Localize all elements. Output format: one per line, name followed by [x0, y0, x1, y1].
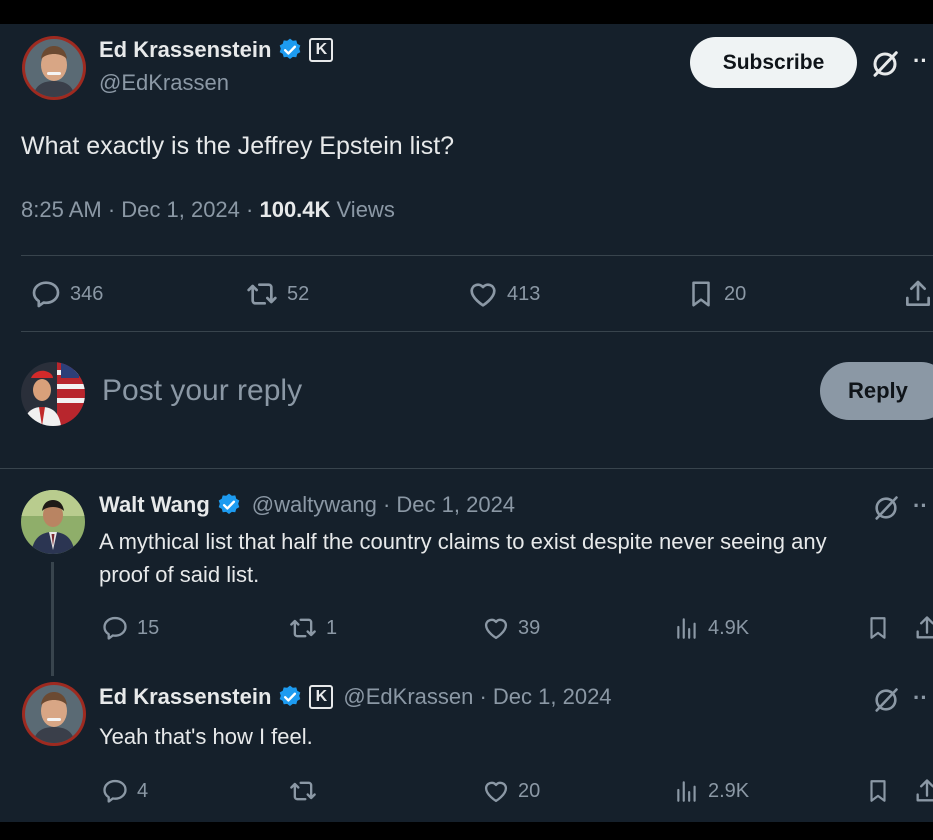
- reply-text-line: proof of said list.: [99, 562, 260, 587]
- views-icon: [674, 777, 700, 805]
- like-icon: [482, 777, 510, 805]
- affiliate-badge-icon[interactable]: K: [309, 38, 334, 62]
- share-action[interactable]: [913, 614, 933, 642]
- views-count: 100.4K: [259, 197, 331, 222]
- tweet-timestamp[interactable]: 8:25 AM · Dec 1, 2024 ·: [21, 197, 259, 222]
- reply-header: Ed Krassenstein K @EdKrassen · Dec 1, 20…: [99, 684, 612, 710]
- bookmark-action[interactable]: 20: [686, 278, 746, 310]
- subscribe-button[interactable]: Subscribe: [690, 37, 857, 88]
- divider: [0, 468, 933, 469]
- tweet-text: What exactly is the Jeffrey Epstein list…: [21, 132, 455, 160]
- reply-header: Walt Wang @waltywang · Dec 1, 2024: [99, 492, 515, 518]
- views-label: Views: [330, 197, 395, 222]
- reply-author-photo: [21, 490, 85, 554]
- views-count: 2.9K: [708, 779, 750, 802]
- like-icon: [482, 614, 510, 642]
- like-count: 413: [507, 282, 541, 305]
- verified-badge-icon: [277, 37, 303, 63]
- bookmark-icon: [865, 777, 891, 805]
- reply-meta[interactable]: @waltywang · Dec 1, 2024: [252, 492, 515, 518]
- author-name[interactable]: Ed Krassenstein: [99, 37, 271, 63]
- author-handle[interactable]: @EdKrassen: [99, 70, 229, 96]
- reply-author-name[interactable]: Ed Krassenstein: [99, 684, 271, 710]
- divider: [21, 331, 933, 332]
- retweet-action[interactable]: [288, 777, 318, 805]
- more-options-icon[interactable]: ··: [913, 48, 928, 74]
- reply-author-avatar[interactable]: [22, 682, 86, 746]
- retweet-action[interactable]: 52: [245, 278, 309, 310]
- reply-count: 346: [70, 282, 104, 305]
- reply-author-name[interactable]: Walt Wang: [99, 492, 210, 518]
- divider: [21, 255, 933, 256]
- reply-icon: [30, 278, 62, 310]
- reply-action[interactable]: 15: [101, 614, 159, 642]
- bookmark-count: 20: [724, 282, 747, 305]
- affiliate-badge-icon[interactable]: K: [309, 685, 334, 709]
- reply-action[interactable]: 4: [101, 777, 148, 805]
- verified-badge-icon: [277, 684, 303, 710]
- author-avatar[interactable]: [22, 36, 86, 100]
- like-action[interactable]: 20: [482, 777, 540, 805]
- grok-slash-icon[interactable]: [872, 686, 900, 714]
- retweet-action[interactable]: 1: [288, 614, 337, 642]
- avatar-photo: [25, 39, 83, 97]
- share-action[interactable]: [913, 777, 933, 805]
- retweet-count: 1: [326, 616, 338, 639]
- retweet-icon: [288, 777, 318, 805]
- reply-count: 15: [137, 616, 160, 639]
- reply-author-photo: [25, 685, 83, 743]
- grok-slash-icon[interactable]: [872, 494, 900, 522]
- views-icon: [674, 614, 700, 642]
- author-name-row: Ed Krassenstein K: [99, 37, 334, 63]
- views-action[interactable]: 2.9K: [674, 777, 749, 805]
- like-action[interactable]: 39: [482, 614, 540, 642]
- more-options-icon[interactable]: ··: [913, 685, 928, 711]
- reply-count: 4: [137, 779, 149, 802]
- retweet-count: 52: [287, 282, 310, 305]
- bookmark-icon: [686, 278, 716, 310]
- reply-button[interactable]: Reply: [820, 362, 933, 420]
- share-icon: [913, 614, 933, 642]
- current-user-avatar[interactable]: [21, 362, 85, 426]
- share-icon: [902, 278, 933, 310]
- bookmark-action[interactable]: [865, 777, 891, 805]
- share-icon: [913, 777, 933, 805]
- bookmark-action[interactable]: [865, 614, 891, 642]
- grok-slash-icon[interactable]: [870, 49, 900, 79]
- retweet-icon: [288, 614, 318, 642]
- like-icon: [467, 278, 499, 310]
- tweet-meta: 8:25 AM · Dec 1, 2024 · 100.4K Views: [21, 197, 395, 223]
- reply-meta[interactable]: @EdKrassen · Dec 1, 2024: [343, 684, 611, 710]
- bookmark-icon: [865, 614, 891, 642]
- share-action[interactable]: [902, 278, 933, 310]
- reply-author-avatar[interactable]: [21, 490, 85, 554]
- views-action[interactable]: 4.9K: [674, 614, 749, 642]
- reply-input[interactable]: Post your reply: [102, 374, 302, 408]
- like-count: 39: [518, 616, 541, 639]
- verified-badge-icon: [216, 492, 242, 518]
- reply-icon: [101, 614, 129, 642]
- more-options-icon[interactable]: ··: [913, 493, 928, 519]
- current-user-photo: [21, 362, 85, 426]
- thread-connector-line: [51, 562, 54, 676]
- reply-action[interactable]: 346: [30, 278, 103, 310]
- like-action[interactable]: 413: [467, 278, 540, 310]
- reply-text: Yeah that's how I feel.: [99, 724, 313, 749]
- reply-icon: [101, 777, 129, 805]
- views-count: 4.9K: [708, 616, 750, 639]
- reply-text-line: A mythical list that half the country cl…: [99, 529, 827, 554]
- retweet-icon: [245, 278, 279, 310]
- tweet-thread-view: Ed Krassenstein K @EdKrassen Subscribe ·…: [0, 24, 933, 822]
- like-count: 20: [518, 779, 541, 802]
